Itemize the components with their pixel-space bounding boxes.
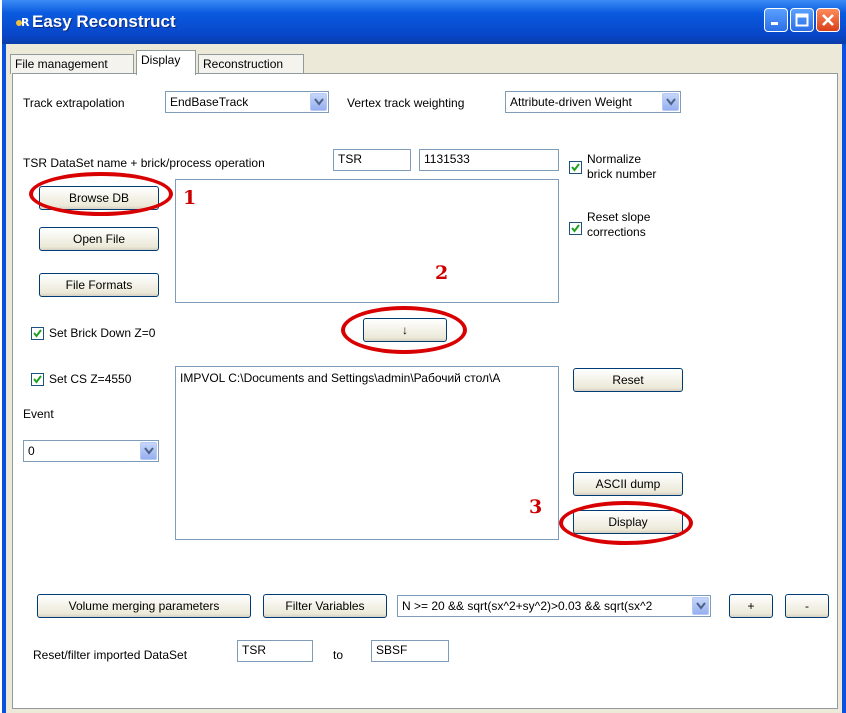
reset-from-input[interactable]: TSR (237, 640, 313, 662)
chevron-down-icon[interactable] (662, 93, 679, 111)
filter-variables-button[interactable]: Filter Variables (263, 594, 387, 618)
event-value: 0 (28, 444, 35, 458)
tsr-dataset-label: TSR DataSet name + brick/process operati… (23, 156, 265, 170)
brick-number-input[interactable]: 1131533 (419, 149, 559, 171)
normalize-brick-checkbox[interactable] (569, 161, 582, 174)
close-button[interactable] (816, 8, 840, 32)
normalize-label-line1: Normalize (587, 152, 642, 166)
tsr-name-input[interactable]: TSR (333, 149, 411, 171)
track-extrapolation-dropdown[interactable]: EndBaseTrack (165, 91, 329, 113)
remove-filter-button[interactable]: - (785, 594, 829, 618)
close-icon (817, 9, 839, 31)
annotation-ellipse-display (559, 501, 693, 545)
annotation-ellipse-arrow (341, 306, 467, 354)
tab-display[interactable]: Display (136, 50, 196, 75)
tab-reconstruction[interactable]: Reconstruction (198, 54, 304, 74)
annotation-ellipse-browse (29, 172, 173, 216)
chevron-down-icon[interactable] (692, 597, 709, 615)
app-window: R Easy Reconstruct File management Displ… (2, 0, 846, 713)
event-dropdown[interactable]: 0 (23, 440, 159, 462)
set-cs-label: Set CS Z=4550 (49, 372, 132, 386)
open-file-button[interactable]: Open File (39, 227, 159, 251)
to-label: to (333, 648, 344, 662)
app-icon: R (14, 14, 30, 30)
client-area: File management Display Reconstruction T… (6, 44, 842, 713)
vertex-weighting-value: Attribute-driven Weight (510, 95, 632, 109)
svg-text:R: R (21, 16, 30, 29)
track-extrapolation-label: Track extrapolation (23, 96, 125, 110)
minimize-button[interactable] (764, 8, 788, 32)
annotation-number-3: 3 (529, 496, 543, 518)
checkmark-icon (33, 329, 42, 338)
normalize-label-line2: brick number (587, 167, 657, 181)
window-title: Easy Reconstruct (32, 12, 176, 31)
reset-filter-label: Reset/filter imported DataSet (33, 648, 188, 662)
input-files-list[interactable] (175, 179, 559, 303)
maximize-icon (791, 9, 813, 31)
title-bar[interactable]: R Easy Reconstruct (2, 0, 846, 44)
chevron-down-icon[interactable] (310, 93, 327, 111)
event-label: Event (23, 407, 54, 421)
set-brick-down-checkbox[interactable] (31, 327, 44, 340)
annotation-number-2: 2 (435, 262, 449, 284)
set-brick-down-label: Set Brick Down Z=0 (49, 326, 156, 340)
reset-slope-label-line1: Reset slope (587, 210, 651, 224)
set-cs-checkbox[interactable] (31, 373, 44, 386)
loaded-files-list[interactable]: IMPVOL C:\Documents and Settings\admin\Р… (175, 366, 559, 540)
minimize-icon (765, 9, 787, 31)
tab-file-management[interactable]: File management (10, 54, 134, 74)
annotation-number-1: 1 (183, 187, 197, 209)
maximize-button[interactable] (790, 8, 814, 32)
ascii-dump-button[interactable]: ASCII dump (573, 472, 683, 496)
reset-slope-label-line2: corrections (587, 225, 646, 239)
chevron-down-icon[interactable] (140, 442, 157, 460)
reset-button[interactable]: Reset (573, 368, 683, 392)
checkmark-icon (571, 224, 580, 233)
checkmark-icon (33, 375, 42, 384)
filter-expression-value[interactable]: N >= 20 && sqrt(sx^2+sy^2)>0.03 && sqrt(… (402, 599, 690, 613)
file-formats-button[interactable]: File Formats (39, 273, 159, 297)
loaded-file-item[interactable]: IMPVOL C:\Documents and Settings\admin\Р… (180, 371, 500, 385)
checkmark-icon (571, 163, 580, 172)
reset-slope-checkbox[interactable] (569, 222, 582, 235)
reset-to-input[interactable]: SBSF (371, 640, 449, 662)
volume-merging-button[interactable]: Volume merging parameters (37, 594, 251, 618)
track-extrapolation-value: EndBaseTrack (170, 95, 249, 109)
vertex-weighting-dropdown[interactable]: Attribute-driven Weight (505, 91, 681, 113)
vertex-weighting-label: Vertex track weighting (347, 96, 465, 110)
add-filter-button[interactable]: + (729, 594, 773, 618)
filter-expression-combo[interactable]: N >= 20 && sqrt(sx^2+sy^2)>0.03 && sqrt(… (397, 595, 711, 617)
display-tab-panel: Track extrapolation EndBaseTrack Vertex … (12, 73, 838, 709)
